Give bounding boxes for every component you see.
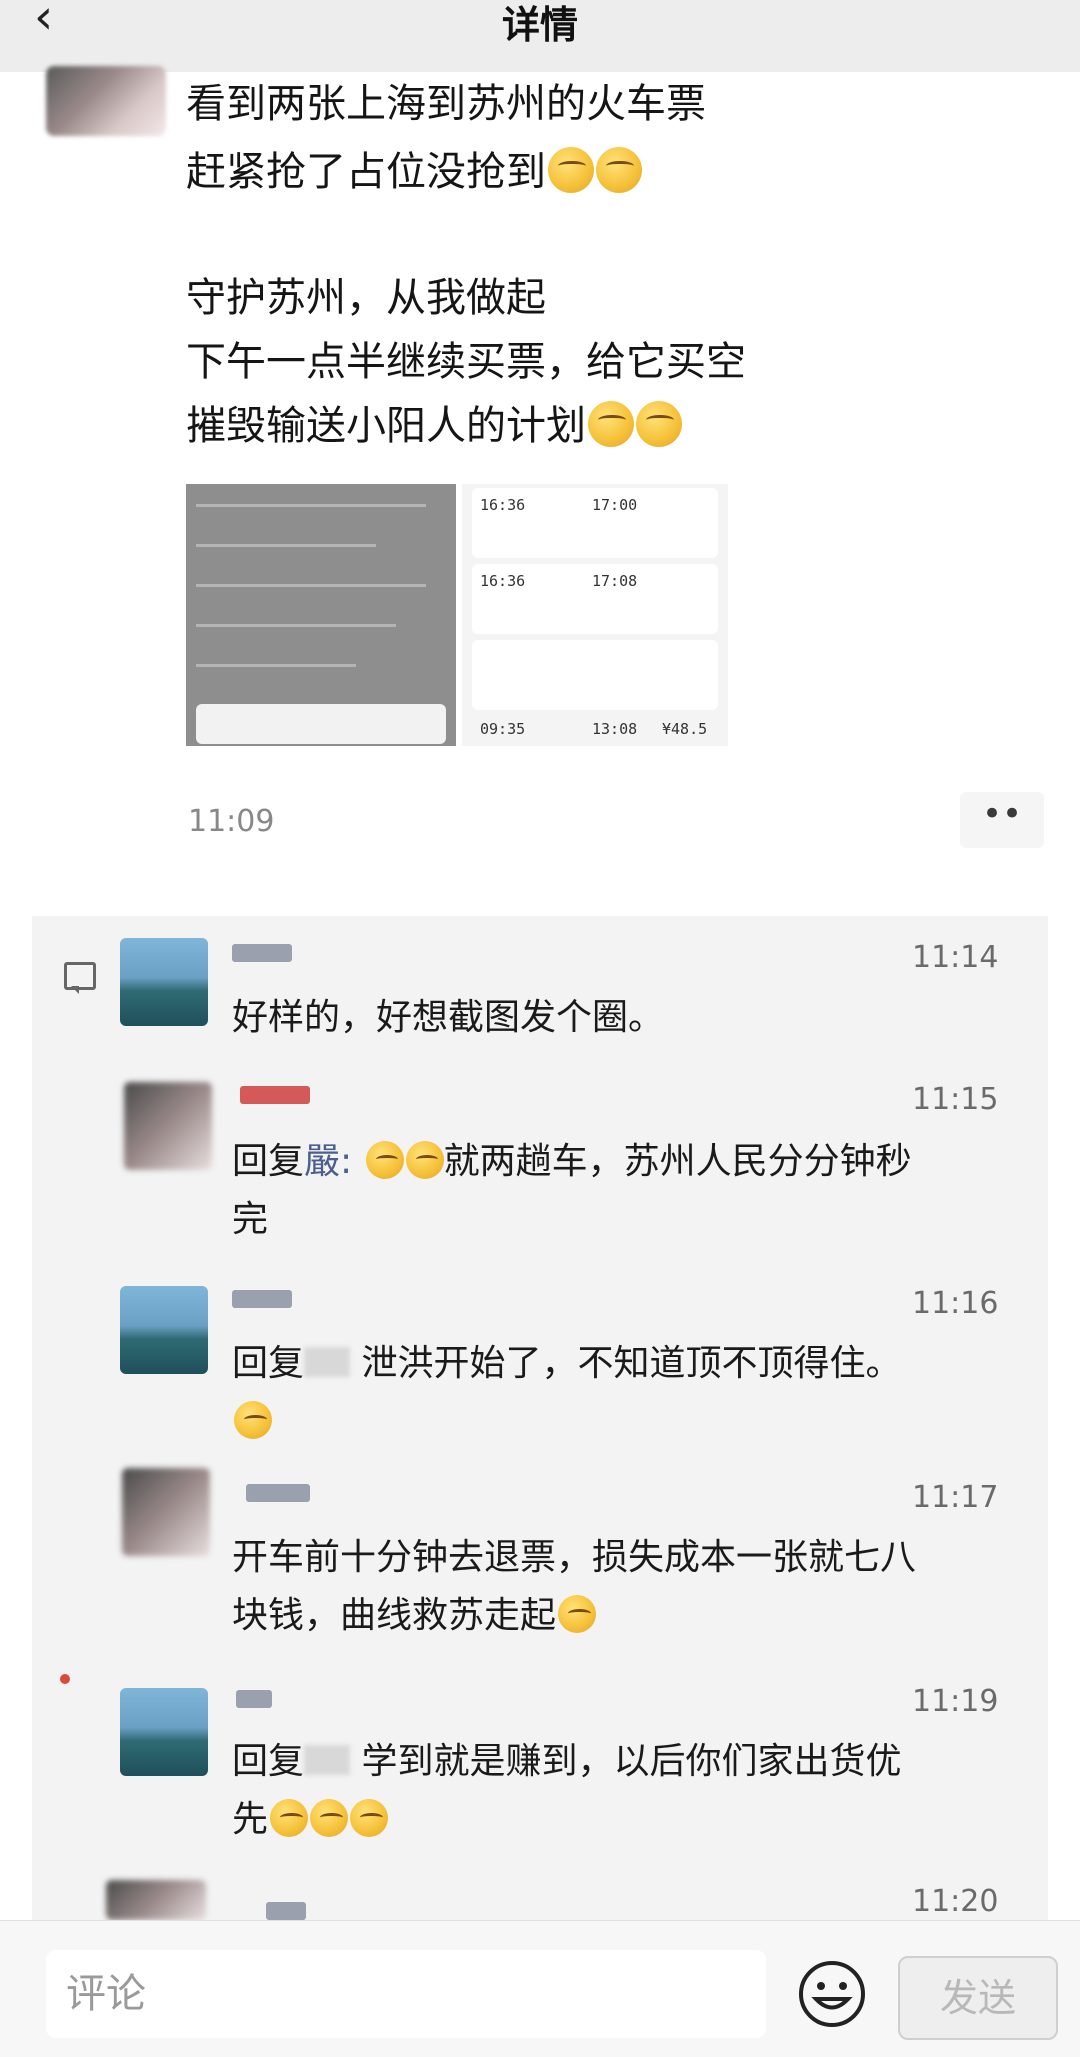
comment-time: 11:20 bbox=[912, 1884, 999, 1919]
grimace-emoji-icon bbox=[548, 147, 594, 193]
commenter-name[interactable] bbox=[266, 1902, 306, 1920]
comment-text-cont: 块钱，曲线救苏走起 bbox=[232, 1588, 597, 1644]
commenter-avatar[interactable] bbox=[120, 938, 208, 1026]
shush-emoji-icon bbox=[350, 1799, 389, 1837]
post-text-line-1: 看到两张上海到苏州的火车票 bbox=[186, 81, 706, 127]
more-actions-button[interactable]: •• bbox=[960, 792, 1044, 848]
smiley-icon bbox=[799, 1961, 865, 2027]
commenter-avatar[interactable] bbox=[120, 1688, 208, 1776]
comment-time: 11:15 bbox=[912, 1082, 999, 1117]
laugh-cry-emoji-icon bbox=[365, 1141, 404, 1179]
comment-input[interactable]: 评论 bbox=[46, 1950, 766, 2038]
post-timestamp: 11:09 bbox=[188, 804, 275, 839]
post-image-2[interactable]: 16:36 17:00 16:36 17:08 09:35 13:08 ¥48.… bbox=[462, 484, 728, 746]
author-avatar[interactable] bbox=[46, 66, 166, 136]
post-text-line-2: 赶紧抢了占位没抢到 bbox=[186, 140, 642, 204]
commenter-name[interactable] bbox=[232, 944, 292, 962]
emoji-button[interactable] bbox=[796, 1958, 868, 2030]
commenter-name[interactable] bbox=[240, 1086, 310, 1104]
comment-text[interactable]: 好样的，好想截图发个圈。 bbox=[232, 990, 664, 1046]
commenter-name[interactable] bbox=[232, 1290, 292, 1308]
laugh-cry-emoji-icon bbox=[405, 1141, 444, 1179]
comment-time: 11:14 bbox=[912, 940, 999, 975]
commenter-name[interactable] bbox=[246, 1484, 310, 1502]
comment-text-cont: 完 bbox=[232, 1199, 269, 1240]
comment-text-cont: 先 bbox=[232, 1792, 389, 1848]
thumb-time: 17:00 bbox=[592, 496, 638, 514]
commenter-avatar[interactable] bbox=[122, 1468, 210, 1556]
shush-emoji-icon bbox=[310, 1799, 349, 1837]
comment-text[interactable]: 回复嚴: 就两趟车，苏州人民分分钟秒 bbox=[232, 1134, 912, 1190]
thumb-time: 09:35 bbox=[480, 720, 526, 738]
comment-text[interactable]: 回复 泄洪开始了，不知道顶不顶得住。 bbox=[232, 1336, 901, 1392]
commenter-name[interactable] bbox=[236, 1690, 272, 1708]
post-text-line-5: 摧毁输送小阳人的计划 bbox=[186, 394, 682, 458]
laugh-cry-emoji-icon bbox=[588, 401, 634, 447]
post-text-line-3: 守护苏州，从我做起 bbox=[186, 275, 546, 321]
send-button[interactable]: 发送 bbox=[898, 1956, 1058, 2040]
thumb-time: 17:08 bbox=[592, 572, 638, 590]
redacted-name bbox=[304, 1745, 351, 1775]
reply-target-name[interactable]: 嚴: bbox=[304, 1141, 352, 1182]
commenter-avatar[interactable] bbox=[124, 1082, 212, 1170]
post-image-1[interactable] bbox=[186, 484, 456, 746]
thumb-time: 16:36 bbox=[480, 496, 526, 514]
unread-dot bbox=[60, 1674, 70, 1684]
comment-icon bbox=[64, 962, 96, 994]
thumb-price: ¥48.5 bbox=[662, 720, 708, 738]
redacted-name bbox=[304, 1347, 351, 1377]
post-text-line-4: 下午一点半继续买票，给它买空 bbox=[186, 339, 746, 385]
page-title: 详情 bbox=[501, 3, 578, 47]
comment-time: 11:17 bbox=[912, 1480, 999, 1515]
comment-text[interactable]: 开车前十分钟去退票，损失成本一张就七八 bbox=[232, 1530, 916, 1586]
thumb-time: 16:36 bbox=[480, 572, 526, 590]
laugh-cry-emoji-icon bbox=[636, 401, 682, 447]
commenter-avatar[interactable] bbox=[106, 1880, 206, 1920]
shush-emoji-icon bbox=[270, 1799, 309, 1837]
commenter-avatar[interactable] bbox=[120, 1286, 208, 1374]
comment-time: 11:16 bbox=[912, 1286, 999, 1321]
shush-emoji-icon bbox=[234, 1401, 272, 1439]
comment-time: 11:19 bbox=[912, 1684, 999, 1719]
grimace-emoji-icon bbox=[596, 147, 642, 193]
comment-emoji-line bbox=[232, 1394, 272, 1450]
comment-text[interactable]: 回复 学到就是赚到，以后你们家出货优 bbox=[232, 1734, 901, 1790]
thumb-time: 13:08 bbox=[592, 720, 638, 738]
shush-emoji-icon bbox=[558, 1595, 597, 1633]
